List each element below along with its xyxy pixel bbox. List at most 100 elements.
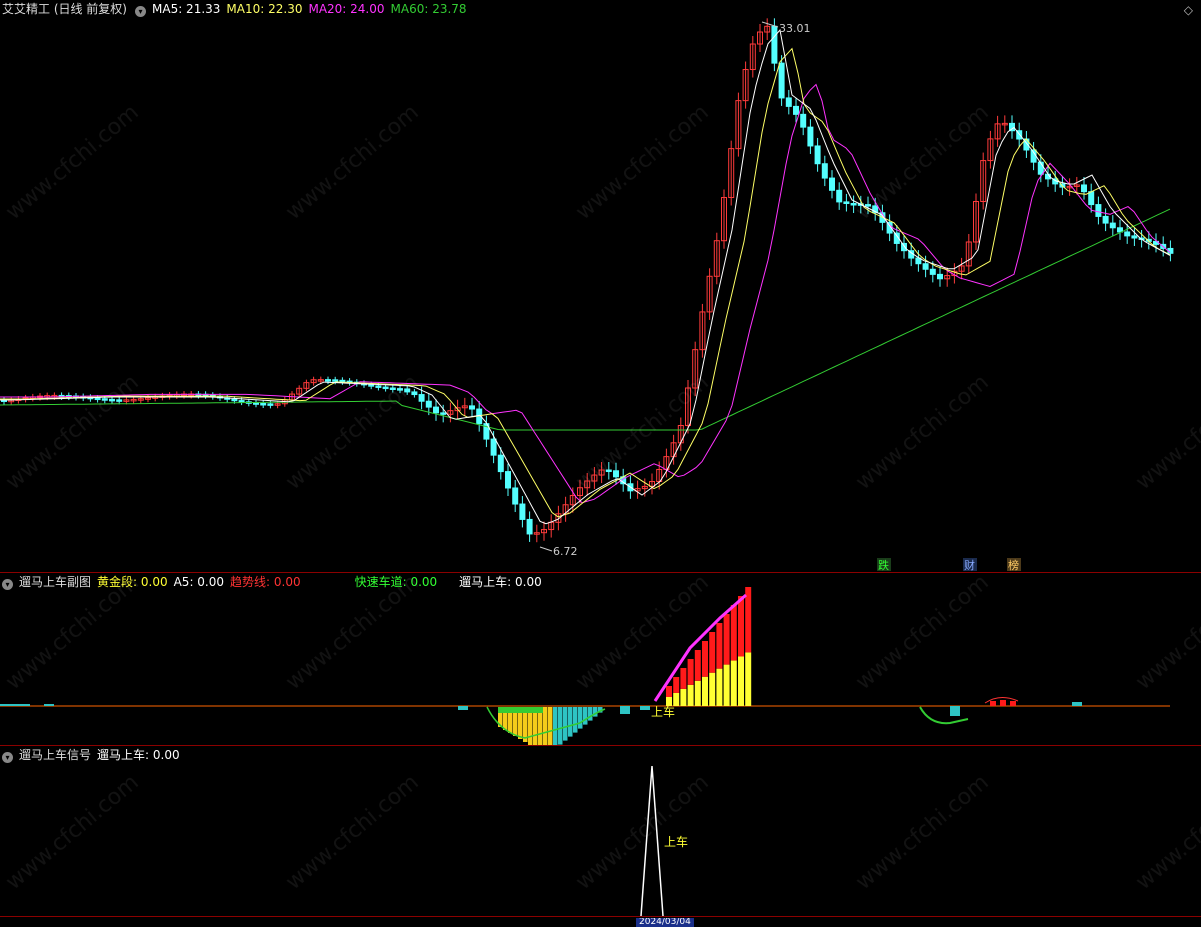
sub1-green-block (498, 707, 543, 713)
sub1-neg-bar (553, 707, 558, 745)
candle-body (411, 391, 418, 396)
candle-body (368, 384, 375, 387)
candle-body (497, 454, 504, 473)
candle-body (778, 62, 785, 99)
candle-body (260, 402, 267, 406)
candle-body (1131, 235, 1138, 239)
candle-body (901, 242, 907, 252)
sub1-red-bar (687, 659, 694, 685)
candlestick-chart: 33.01 6.72 跌 财 榜 (0, 18, 1174, 572)
candle-body (231, 398, 238, 402)
candle-body (793, 105, 799, 115)
candle-body (829, 177, 835, 191)
sub1-blip-bar (640, 706, 650, 710)
candle-body (440, 412, 447, 415)
candle-body (771, 25, 778, 64)
signal-spike (640, 765, 664, 916)
candle-body (109, 398, 115, 402)
candle-body (850, 203, 857, 206)
sub1-neg-bar (563, 707, 568, 741)
candle-body (404, 388, 411, 393)
candle-body (425, 400, 432, 408)
sub1-gold-bar (723, 664, 730, 706)
candle-body (807, 126, 814, 147)
sub1-neg-bar (568, 707, 573, 737)
ma10-line (0, 47, 1171, 518)
candle-body (490, 438, 497, 456)
sub1-red-bar (680, 668, 687, 689)
sub1-neg-bar (578, 707, 583, 729)
candle-body (1081, 184, 1087, 193)
candle-body (382, 386, 389, 390)
sub1-red-bar (666, 686, 672, 697)
candle-body (238, 400, 245, 403)
sub1-blip-bar (458, 706, 468, 710)
candle-body (526, 518, 533, 535)
sub1-blip-bar (0, 704, 10, 706)
candle-body (1124, 231, 1131, 237)
low-price-label: 6.72 (553, 545, 578, 558)
sub-chart-1-panel[interactable]: ▾ 遛马上车副图 黄金段: 0.00 A5: 0.00 趋势线: 0.00 快速车道: 0… (0, 573, 1201, 745)
candle-body (800, 113, 807, 128)
sub-chart-2-panel[interactable]: ▾ 遛马上车信号 遛马上车: 0.00 上车 (0, 746, 1201, 916)
main-chart-panel[interactable]: 艾艾精工 (日线 前复权) ▾ MA5: 21.33 MA10: 22.30 MA20:… (0, 0, 1201, 572)
sub1-neg-bar (558, 707, 563, 745)
candle-body (101, 398, 108, 401)
sub1-neg-bar (548, 707, 553, 745)
candle-body (814, 145, 821, 165)
candle-body (397, 388, 403, 391)
sub1-blip-bar (20, 704, 30, 706)
badge-drop: 跌 (878, 558, 889, 572)
high-price-label: 33.01 (779, 22, 811, 35)
sub1-red-bar (716, 623, 723, 669)
candle-body (1088, 191, 1095, 206)
candle-body (116, 399, 123, 402)
sub1-red-bar (702, 641, 708, 677)
sub1-red-bar (694, 650, 701, 681)
sub1-blip-bar (1072, 702, 1082, 706)
candle-body (267, 403, 274, 406)
sub1-gold-bar (716, 668, 723, 706)
candle-body (605, 469, 612, 473)
candle-body (1095, 204, 1102, 217)
candle-body (94, 397, 101, 401)
sub1-gold-bar (694, 680, 701, 706)
sub1-gold-bar (702, 676, 708, 706)
candle-body (332, 379, 339, 382)
sub1-neg-bar (543, 707, 548, 745)
sub1-blip-bar (950, 706, 960, 716)
sub1-red-bar (730, 605, 737, 661)
sub1-red-bar (1000, 700, 1006, 706)
sub1-gold-bar (730, 660, 737, 706)
sub1-red-bar (738, 596, 744, 657)
badge-rank: 榜 (1008, 558, 1019, 572)
sub1-neg-bar (573, 707, 578, 733)
ma20-line (0, 83, 1171, 504)
candle-body (512, 487, 519, 505)
low-pointer-line (539, 546, 553, 552)
sub1-neg-bar (583, 707, 588, 725)
badge-finance: 财 (964, 558, 975, 572)
ma5-line (0, 28, 1171, 525)
date-cursor: 2024/03/04 (636, 918, 694, 927)
sub1-neg-bar (588, 707, 593, 721)
sub2-buy-marker: 上车 (664, 834, 688, 849)
sub1-blip-bar (620, 706, 630, 714)
candle-body (418, 394, 425, 402)
sub1-red-bar (673, 677, 680, 693)
sub1-bars-group (0, 587, 1082, 745)
candle-body (785, 97, 792, 107)
sub1-red-bar (709, 632, 716, 673)
candle-body (325, 379, 331, 382)
sub1-gold-bar (709, 672, 716, 706)
candle-body (1102, 215, 1109, 224)
candle-body (1109, 222, 1116, 229)
candle-body (843, 201, 850, 205)
fast-lane-curve-2 (919, 706, 969, 725)
candle-body (505, 471, 511, 489)
sub1-red-bar (723, 614, 730, 665)
sub1-gold-bar (738, 656, 744, 706)
candle-body (469, 405, 475, 410)
candle-body (821, 163, 828, 179)
sub1-red-bar (990, 701, 996, 706)
